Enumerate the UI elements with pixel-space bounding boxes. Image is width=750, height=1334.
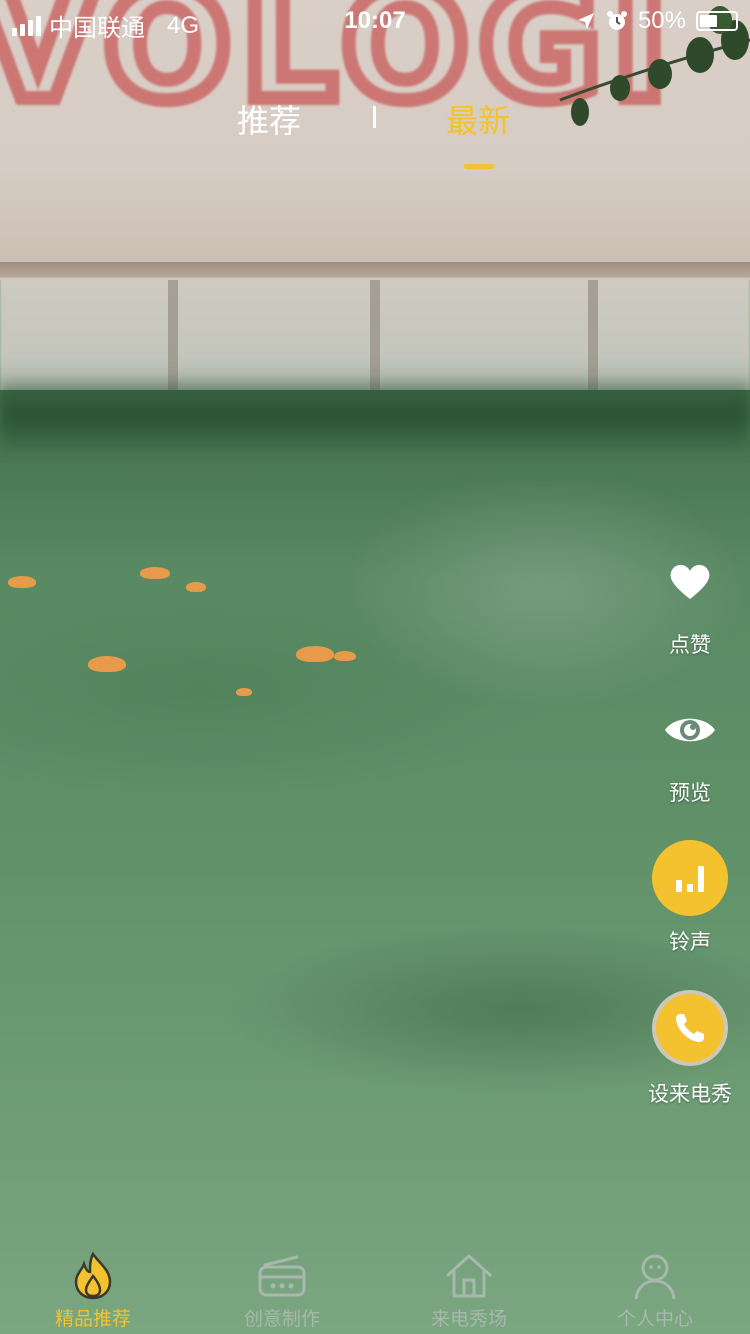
status-bar: 中国联通 4G 10:07 50% [0, 0, 750, 42]
battery-percent: 50% [637, 7, 686, 34]
nav-item-call-show[interactable]: 来电秀场 [389, 1250, 549, 1331]
background-hedge [0, 380, 750, 450]
ringtone-label: 铃声 [669, 931, 711, 954]
radio-icon [258, 1255, 306, 1297]
preview-label: 预览 [669, 782, 711, 805]
eye-icon [665, 718, 715, 742]
active-tab-indicator [464, 164, 494, 169]
nav-label: 来电秀场 [430, 1309, 507, 1330]
nav-item-create[interactable]: 创意制作 [202, 1250, 362, 1331]
set-call-show-label: 设来电秀 [648, 1083, 732, 1106]
home-icon [446, 1254, 492, 1298]
background-mushroom [236, 688, 252, 696]
background-mushroom [140, 567, 170, 579]
top-tabs: 推荐 最新 [0, 96, 750, 176]
flame-icon [74, 1252, 112, 1300]
nav-label: 创意制作 [243, 1309, 320, 1330]
set-call-show-button[interactable]: 设来电秀 [630, 990, 750, 1108]
nav-icon-wrap [13, 1250, 173, 1302]
tab-separator [373, 106, 376, 128]
nav-label: 个人中心 [616, 1309, 693, 1330]
user-icon [634, 1254, 676, 1299]
like-label: 点赞 [669, 634, 711, 657]
tab-recommend[interactable]: 推荐 [237, 96, 301, 142]
nav-icon-wrap [575, 1250, 735, 1302]
tab-latest[interactable]: 最新 [446, 96, 510, 142]
like-button[interactable]: 点赞 [630, 555, 750, 659]
wallpaper-preview[interactable]: VOLOGI [0, 0, 750, 1334]
background-mushroom [8, 576, 36, 588]
preview-button[interactable]: 预览 [630, 713, 750, 807]
nav-item-profile[interactable]: 个人中心 [575, 1250, 735, 1331]
background-mushroom [186, 582, 206, 592]
phone-icon [676, 1014, 704, 1042]
background-mushroom [296, 646, 334, 662]
background-rail [0, 262, 750, 278]
battery-fill [700, 15, 717, 27]
bar-chart-icon [676, 866, 704, 892]
status-bar-right: 50% [576, 7, 738, 35]
nav-icon-wrap [389, 1250, 549, 1302]
ringtone-circle [652, 840, 728, 916]
ringtone-button[interactable]: 铃声 [630, 840, 750, 956]
alarm-icon [606, 11, 627, 30]
location-arrow-icon [577, 13, 594, 29]
set-call-show-circle [652, 990, 728, 1066]
background-mushroom [88, 656, 126, 672]
heart-icon [670, 564, 710, 599]
nav-label: 精品推荐 [54, 1309, 131, 1330]
nav-icon-wrap [202, 1250, 362, 1302]
battery-icon [696, 11, 738, 31]
nav-item-featured[interactable]: 精品推荐 [13, 1250, 173, 1331]
bottom-nav: 精品推荐 创意制作 来电秀场 个人中心 [0, 1234, 750, 1334]
background-mushroom [334, 651, 356, 661]
